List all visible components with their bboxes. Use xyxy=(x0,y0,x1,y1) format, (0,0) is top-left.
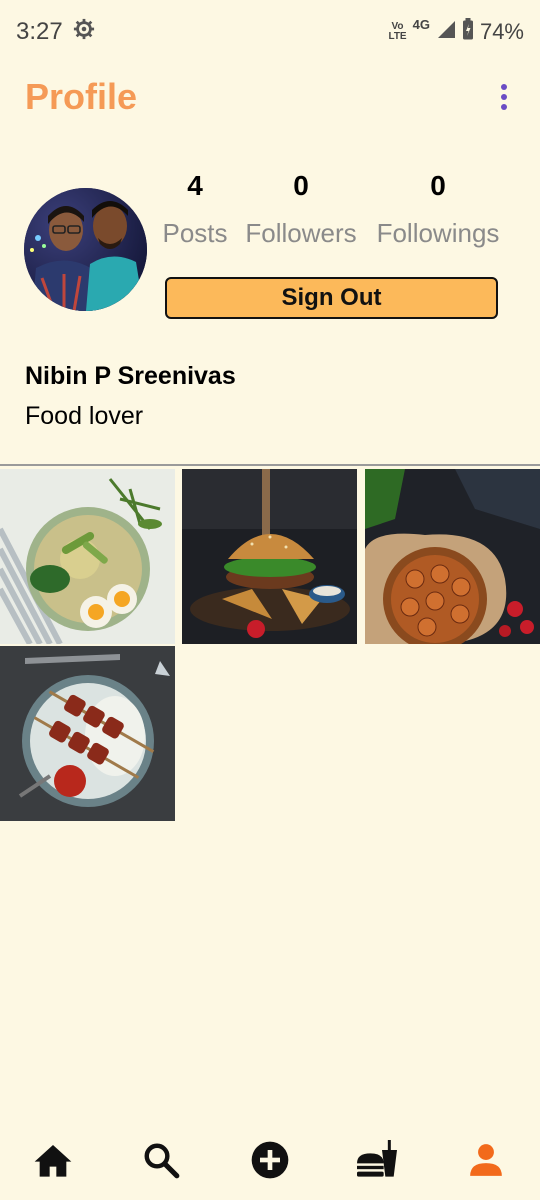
page-title: Profile xyxy=(25,76,138,117)
sign-out-button[interactable]: Sign Out xyxy=(165,277,498,319)
stat-posts[interactable]: 4 Posts xyxy=(160,168,230,249)
network-type: 4G xyxy=(412,17,430,32)
volte-indicator: Vo LTE xyxy=(388,22,406,42)
profile-screen: 3:27 Vo LTE 4G 74% Profile 4 Posts 0 Fol… xyxy=(0,0,540,1200)
stat-followings-value: 0 xyxy=(430,170,446,201)
add-circle-icon[interactable] xyxy=(248,1138,292,1182)
post-tile-1[interactable] xyxy=(0,469,175,644)
post-tile-2[interactable] xyxy=(182,469,357,644)
signal-icon xyxy=(436,19,456,45)
stat-followers-label: Followers xyxy=(245,218,357,248)
settings-icon xyxy=(73,18,95,47)
avatar[interactable] xyxy=(24,188,147,311)
bottom-nav xyxy=(0,1120,540,1200)
burger-photo xyxy=(182,469,357,644)
skewer-plate-photo xyxy=(0,646,175,821)
battery-icon xyxy=(462,18,474,46)
status-bar: 3:27 Vo LTE 4G 74% xyxy=(0,0,540,64)
search-icon[interactable] xyxy=(139,1138,183,1182)
status-time: 3:27 xyxy=(16,18,63,45)
stat-followings-label: Followings xyxy=(376,218,500,248)
post-tile-3[interactable] xyxy=(365,469,540,644)
app-header: Profile xyxy=(0,64,540,130)
stat-followings[interactable]: 0 Followings xyxy=(370,168,506,249)
status-left: 3:27 xyxy=(16,18,95,47)
home-icon[interactable] xyxy=(31,1138,75,1182)
volte-bottom: LTE xyxy=(388,31,407,42)
user-name: Nibin P Sreenivas xyxy=(25,362,236,390)
tart-photo xyxy=(365,469,540,644)
battery-level: 74% xyxy=(479,19,524,44)
person-icon[interactable] xyxy=(464,1138,508,1182)
post-tile-4[interactable] xyxy=(0,646,175,821)
status-right: Vo LTE 4G 74% xyxy=(388,18,524,46)
salad-bowl-photo xyxy=(0,469,175,644)
stat-posts-value: 4 xyxy=(187,170,203,201)
profile-stats: 4 Posts 0 Followers 0 Followings xyxy=(160,168,510,258)
more-options-icon[interactable] xyxy=(492,77,516,117)
user-bio: Food lover xyxy=(25,402,144,430)
stat-posts-label: Posts xyxy=(162,218,228,248)
stat-followers-value: 0 xyxy=(293,170,309,201)
divider xyxy=(0,464,540,466)
stat-followers[interactable]: 0 Followers xyxy=(240,168,362,249)
fastfood-icon[interactable] xyxy=(355,1138,399,1182)
